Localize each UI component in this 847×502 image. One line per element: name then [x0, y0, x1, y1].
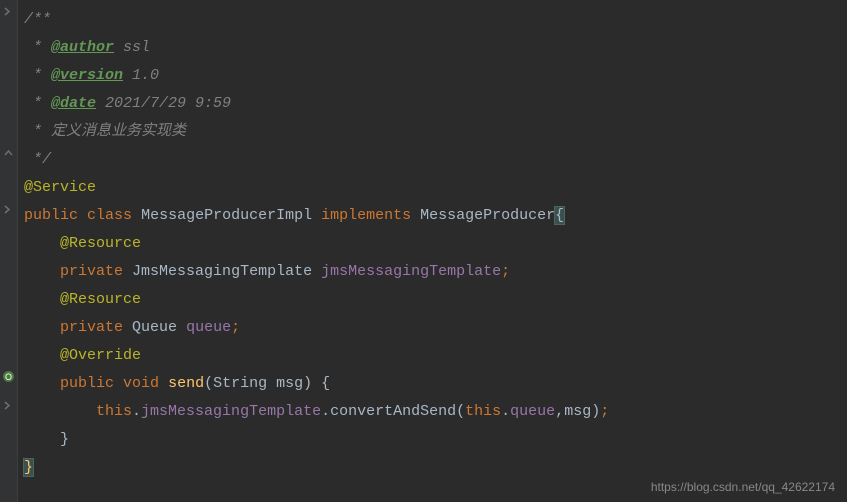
- code-area[interactable]: /** * @author ssl * @version 1.0 * @date…: [18, 0, 847, 502]
- code-line: /**: [24, 6, 847, 34]
- watermark-text: https://blog.csdn.net/qq_42622174: [651, 480, 835, 494]
- code-editor: O /** * @author ssl * @version 1.0 * @da…: [0, 0, 847, 502]
- code-line: @Service: [24, 174, 847, 202]
- override-gutter-icon[interactable]: O: [2, 370, 15, 383]
- fold-icon[interactable]: [3, 146, 14, 157]
- code-line: */: [24, 146, 847, 174]
- fold-icon[interactable]: [3, 400, 14, 411]
- code-line: private JmsMessagingTemplate jmsMessagin…: [24, 258, 847, 286]
- code-line: private Queue queue;: [24, 314, 847, 342]
- code-line: public void send(String msg) {: [24, 370, 847, 398]
- fold-icon[interactable]: [3, 204, 14, 215]
- code-line: @Resource: [24, 286, 847, 314]
- code-line: * @date 2021/7/29 9:59: [24, 90, 847, 118]
- code-line: @Resource: [24, 230, 847, 258]
- svg-text:O: O: [5, 372, 12, 382]
- fold-icon[interactable]: [3, 6, 14, 17]
- code-line: * @author ssl: [24, 34, 847, 62]
- gutter: O: [0, 0, 18, 502]
- code-line: public class MessageProducerImpl impleme…: [24, 202, 847, 230]
- code-line: }: [24, 454, 847, 482]
- code-line: * @version 1.0: [24, 62, 847, 90]
- code-line: @Override: [24, 342, 847, 370]
- code-line: this.jmsMessagingTemplate.convertAndSend…: [24, 398, 847, 426]
- code-line: * 定义消息业务实现类: [24, 118, 847, 146]
- code-line: }: [24, 426, 847, 454]
